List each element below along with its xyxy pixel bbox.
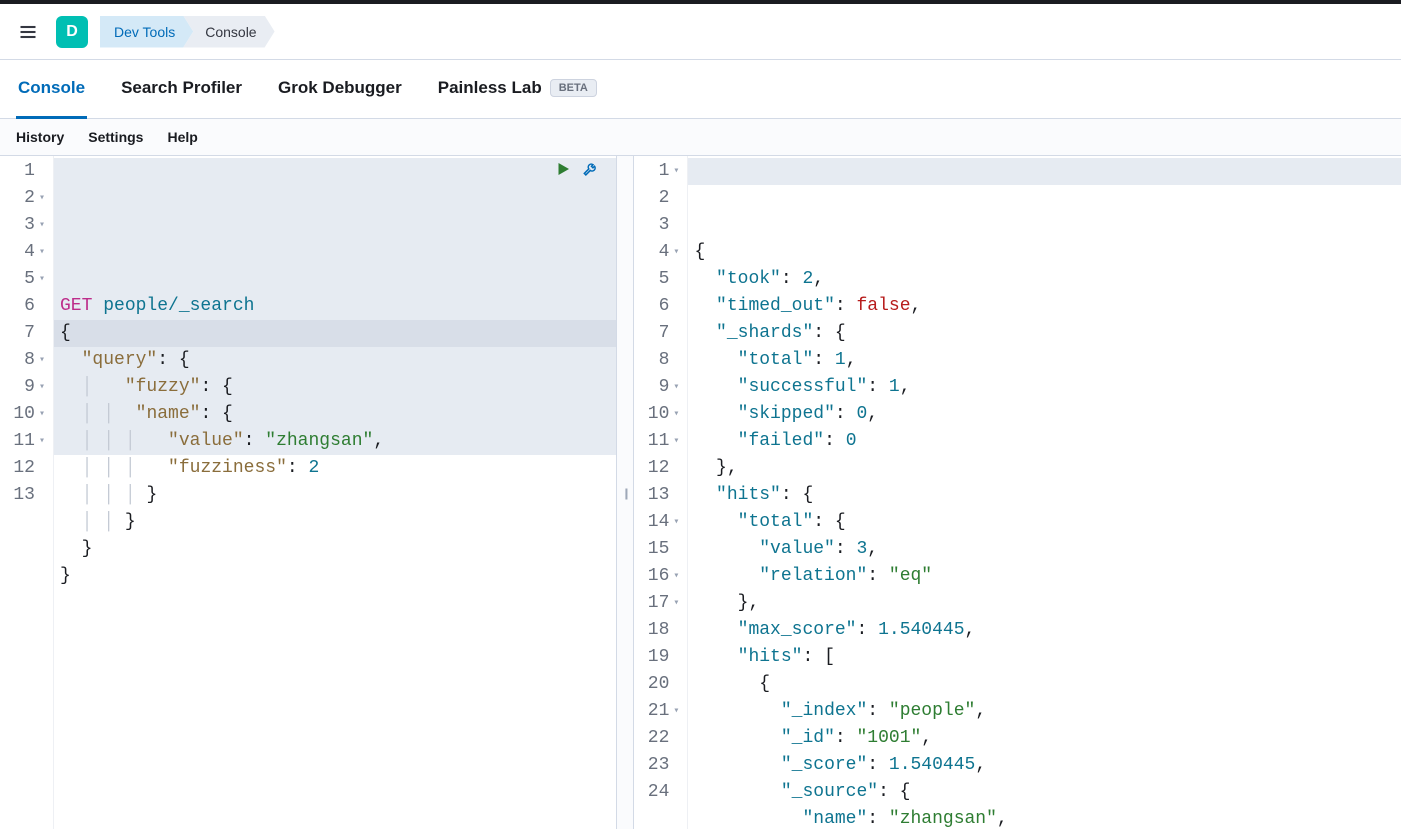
request-editor[interactable]: 1▾2▾3▾4▾5▾6▾7▾8▾9▾10▾11▾12▾13▾ GET peopl…	[0, 156, 616, 829]
tab-label: Console	[18, 78, 85, 98]
response-gutter: 1▾2▾3▾4▾5▾6▾7▾8▾9▾10▾11▾12▾13▾14▾15▾16▾1…	[634, 156, 688, 829]
response-code[interactable]: { "took": 2, "timed_out": false, "_shard…	[688, 156, 1401, 829]
tab-painless-lab[interactable]: Painless Lab BETA	[436, 60, 599, 119]
breadcrumb-item-console[interactable]: Console	[183, 16, 274, 48]
help-link[interactable]: Help	[167, 129, 197, 145]
menu-toggle-button[interactable]	[12, 16, 44, 48]
beta-badge: BETA	[550, 79, 597, 97]
tab-console[interactable]: Console	[16, 60, 87, 119]
response-highlight-line	[688, 158, 1401, 185]
sub-toolbar: History Settings Help	[0, 119, 1401, 156]
tabs: Console Search Profiler Grok Debugger Pa…	[0, 60, 1401, 119]
breadcrumb-item-devtools[interactable]: Dev Tools	[100, 16, 193, 48]
tab-label: Painless Lab	[438, 78, 542, 98]
request-code[interactable]: GET people/_search{ "query": { │ "fuzzy"…	[54, 156, 616, 829]
tab-label: Grok Debugger	[278, 78, 402, 98]
settings-link[interactable]: Settings	[88, 129, 143, 145]
pane-splitter[interactable]: ||	[616, 156, 634, 829]
breadcrumb-label: Dev Tools	[114, 24, 175, 40]
response-editor[interactable]: 1▾2▾3▾4▾5▾6▾7▾8▾9▾10▾11▾12▾13▾14▾15▾16▾1…	[634, 156, 1401, 829]
wrench-icon[interactable]	[582, 160, 600, 178]
workspace: 1▾2▾3▾4▾5▾6▾7▾8▾9▾10▾11▾12▾13▾ GET peopl…	[0, 156, 1401, 829]
breadcrumb-label: Console	[205, 24, 256, 40]
splitter-handle-icon: ||	[624, 486, 626, 500]
header: D Dev Tools Console	[0, 4, 1401, 60]
history-link[interactable]: History	[16, 129, 64, 145]
run-request-icon[interactable]	[554, 160, 572, 178]
request-gutter: 1▾2▾3▾4▾5▾6▾7▾8▾9▾10▾11▾12▾13▾	[0, 156, 54, 829]
hamburger-icon	[18, 22, 38, 42]
app-badge-initial: D	[66, 23, 78, 41]
tab-grok-debugger[interactable]: Grok Debugger	[276, 60, 404, 119]
tab-label: Search Profiler	[121, 78, 242, 98]
app-badge: D	[56, 16, 88, 48]
breadcrumb: Dev Tools Console	[100, 16, 275, 48]
tab-search-profiler[interactable]: Search Profiler	[119, 60, 244, 119]
